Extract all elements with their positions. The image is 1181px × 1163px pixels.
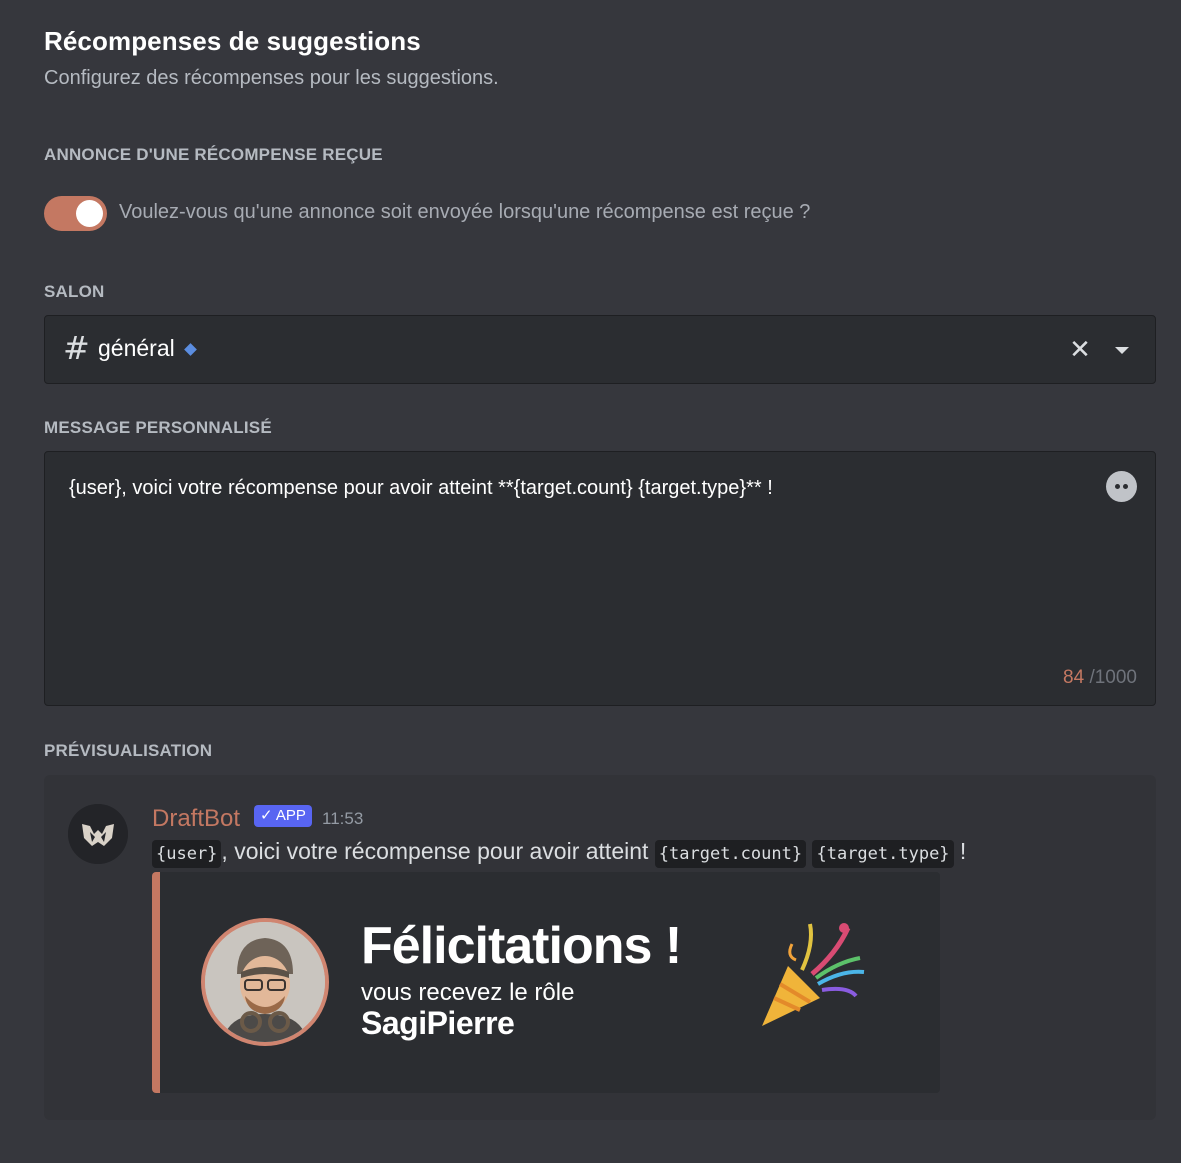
channel-select[interactable]: # général ✕ (44, 315, 1156, 384)
clear-icon[interactable]: ✕ (1065, 334, 1095, 364)
embed-title: Félicitations ! (361, 917, 682, 975)
hash-icon: # (63, 329, 90, 367)
page-title: Récompenses de suggestions (44, 26, 421, 56)
code-target-type: {target.type} (812, 840, 954, 868)
user-avatar (201, 918, 329, 1046)
bot-avatar[interactable] (68, 804, 128, 864)
message-timestamp: 11:53 (322, 809, 364, 828)
emoji-icon[interactable] (1106, 471, 1137, 502)
embed-subtitle: vous recevez le rôle (361, 979, 575, 1006)
preview-section-label: PRÉVISUALISATION (44, 741, 213, 760)
preview-message-text: {user}, voici votre récompense pour avoi… (152, 838, 967, 868)
embed-role-name: SagiPierre (361, 1005, 515, 1041)
message-section-label: MESSAGE PERSONNALISÉ (44, 418, 272, 437)
message-end: ! (953, 838, 967, 864)
app-badge: ✓ APP (254, 805, 312, 827)
embed-card: Félicitations ! vous recevez le rôle Sag… (152, 872, 940, 1093)
announce-toggle-text: Voulez-vous qu'une annonce soit envoyée … (119, 201, 811, 223)
channel-section-label: SALON (44, 282, 105, 301)
chevron-down-icon[interactable] (1115, 347, 1129, 354)
custom-message-value[interactable]: {user}, voici votre récompense pour avoi… (69, 477, 773, 500)
channel-name: général (98, 335, 175, 361)
custom-message-textarea[interactable]: {user}, voici votre récompense pour avoi… (44, 451, 1156, 706)
message-preview: DraftBot ✓ APP 11:53 {user}, voici votre… (44, 775, 1156, 1120)
bot-name[interactable]: DraftBot (152, 805, 240, 833)
counter-max: /1000 (1089, 667, 1137, 688)
code-user: {user} (152, 840, 222, 868)
announce-section-label: ANNONCE D'UNE RÉCOMPENSE REÇUE (44, 145, 383, 164)
toggle-knob (76, 200, 103, 227)
code-target-count: {target.count} (654, 840, 807, 868)
party-popper-icon (762, 923, 865, 1026)
draftbot-logo-icon (68, 804, 128, 864)
diamond-icon (184, 343, 197, 356)
counter-current: 84 (1063, 667, 1085, 688)
page-subtitle: Configurez des récompenses pour les sugg… (44, 67, 499, 89)
message-body: , voici votre récompense pour avoir atte… (221, 838, 655, 864)
announce-toggle[interactable] (44, 196, 107, 231)
character-counter: 84 /1000 (1063, 667, 1137, 689)
embed-accent-bar (152, 872, 160, 1093)
